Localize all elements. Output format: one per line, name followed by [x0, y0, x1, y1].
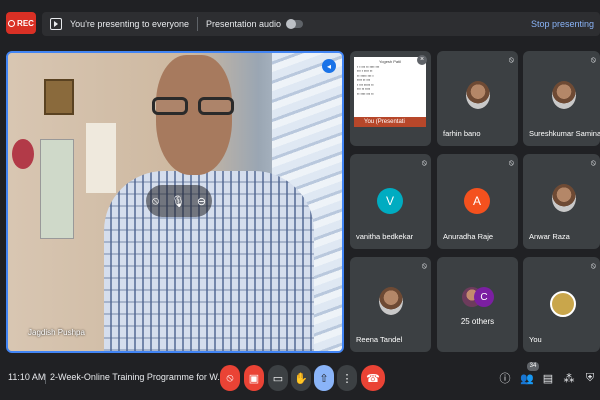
more-vert-icon: ⋮ — [341, 372, 353, 385]
people-icon: 👥 — [520, 372, 534, 385]
participant-name: Sureshkumar Samina... — [529, 129, 600, 138]
participant-tile[interactable]: ⦸ Reena Tandel — [350, 257, 431, 352]
rec-label: REC — [17, 18, 34, 28]
others-count: 25 others — [460, 317, 495, 326]
leave-call-button[interactable]: ☎ — [361, 365, 385, 391]
mic-off-icon: ⦸ — [508, 158, 514, 167]
raise-hand-button[interactable]: ✋ — [291, 365, 311, 391]
participant-name: Jagdish Pushpa — [28, 328, 85, 337]
mic-toggle-button[interactable]: ⦸ — [220, 365, 240, 391]
end-call-icon: ☎ — [366, 372, 380, 385]
participant-tile[interactable]: ⦸ V vanitha bedkekar — [350, 154, 431, 249]
participant-name: Anuradha Raje — [443, 232, 494, 241]
remove-icon[interactable]: ⊖ — [197, 195, 206, 208]
presentation-audio-toggle[interactable] — [286, 19, 304, 29]
captions-icon: ▭ — [272, 372, 284, 385]
pinned-video-tile[interactable]: ◂ ⦸ 🎙 ⊖ Jagdish Pushpa — [6, 51, 344, 353]
chat-icon: ▤ — [542, 372, 554, 385]
bottom-bar: 11:10 AM 2-Week-Online Training Programm… — [0, 356, 600, 400]
avatar: A — [464, 188, 490, 214]
participant-name: farhin bano — [443, 129, 481, 138]
participant-name: vanitha bedkekar — [356, 232, 414, 241]
avatar — [550, 291, 576, 317]
wall-poster — [40, 139, 74, 239]
self-tile[interactable]: ⦸ You — [523, 257, 600, 352]
wall-ornament — [12, 139, 34, 169]
mic-off-icon: ⦸ — [590, 158, 596, 167]
avatar — [552, 81, 576, 109]
divider — [196, 17, 198, 31]
top-bar: REC You're presenting to everyone Presen… — [0, 0, 600, 48]
record-icon — [8, 19, 16, 27]
recording-indicator[interactable]: REC — [6, 12, 36, 34]
meeting-title: 2-Week-Online Training Programme for W..… — [50, 372, 225, 382]
meeting-details-button[interactable]: ⓘ — [497, 370, 513, 386]
participant-name: Anwar Raza — [529, 232, 570, 241]
participant-name: You — [529, 335, 542, 344]
activities-icon: ⁂ — [563, 372, 575, 385]
participant-tile[interactable]: Yogesh Patil ▪ ▪ ▪▪▪ ▪▪ ▪▪▪▪ ▪▪▪ ▪▪▪ ▪ ▪▪… — [350, 51, 431, 146]
participant-name: Reena Tandel — [356, 335, 403, 344]
avatar — [379, 287, 403, 315]
avatar — [466, 81, 490, 109]
more-options-button[interactable]: ⋮ — [337, 365, 357, 391]
mic-off-icon: ⦸ — [421, 158, 427, 167]
avatar: V — [377, 188, 403, 214]
close-icon[interactable]: × — [417, 55, 427, 65]
mic-icon[interactable]: 🎙 — [171, 195, 185, 208]
activities-button[interactable]: ⁂ — [561, 370, 577, 386]
participant-tile[interactable]: ⦸ Sureshkumar Samina... — [523, 51, 600, 146]
host-controls-button[interactable]: ⛨ — [582, 370, 598, 386]
presenting-label: You (Presentati — [354, 117, 426, 127]
mic-off-icon: ⦸ — [421, 261, 427, 270]
participant-tile[interactable]: ⦸ farhin bano — [437, 51, 518, 146]
camera-off-icon: ▣ — [248, 372, 260, 385]
mic-off-icon: ⦸ — [590, 261, 596, 270]
chat-button[interactable]: ▤ — [540, 370, 556, 386]
present-screen-icon — [50, 18, 62, 30]
presenting-banner: You're presenting to everyone Presentati… — [42, 12, 600, 36]
participant-glasses — [152, 97, 238, 115]
avatar: C — [474, 287, 494, 307]
presentation-preview: Yogesh Patil ▪ ▪ ▪▪▪ ▪▪ ▪▪▪▪ ▪▪▪ ▪▪▪ ▪ ▪▪… — [354, 57, 426, 127]
mic-off-icon: ⦸ — [226, 371, 234, 384]
mute-participant-icon[interactable]: ⦸ — [152, 195, 159, 208]
wall-picture — [44, 79, 74, 115]
participant-tile[interactable]: ⦸ Anwar Raza — [523, 154, 600, 249]
presenting-text: You're presenting to everyone — [70, 19, 189, 29]
present-button[interactable]: ⇧ — [314, 365, 334, 391]
lock-icon: ⛨ — [585, 371, 595, 384]
camera-toggle-button[interactable]: ▣ — [244, 365, 264, 391]
captions-button[interactable]: ▭ — [268, 365, 288, 391]
hand-icon: ✋ — [294, 372, 308, 385]
audio-level-icon: ◂ — [322, 59, 336, 73]
present-screen-icon: ⇧ — [319, 372, 329, 385]
stop-presenting-button[interactable]: Stop presenting — [531, 19, 594, 29]
mic-off-icon: ⦸ — [508, 55, 514, 64]
participant-tile[interactable]: ⦸ A Anuradha Raje — [437, 154, 518, 249]
others-tile[interactable]: C 25 others — [437, 257, 518, 352]
others-avatars: C — [462, 287, 494, 309]
divider — [45, 374, 46, 384]
tile-hover-controls: ⦸ 🎙 ⊖ — [146, 185, 212, 217]
mic-off-icon: ⦸ — [590, 55, 596, 64]
info-icon: ⓘ — [499, 373, 511, 385]
people-button[interactable]: 👥 — [519, 370, 535, 386]
avatar — [552, 184, 576, 212]
presentation-audio-label: Presentation audio — [205, 19, 282, 29]
clock: 11:10 AM — [8, 372, 46, 382]
participant-head — [156, 55, 232, 175]
